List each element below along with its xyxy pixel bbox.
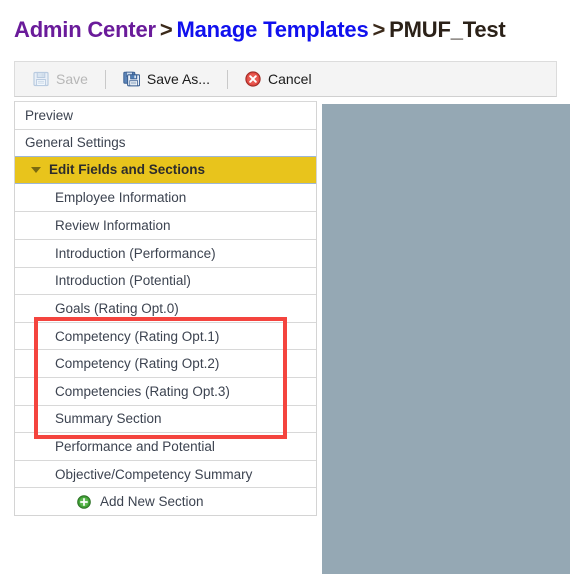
sidebar-item-label: Summary Section [55, 411, 162, 427]
sidebar-item-competency-rating-opt-2[interactable]: Competency (Rating Opt.2) [15, 349, 316, 377]
cancel-button[interactable]: Cancel [241, 69, 316, 89]
sidebar-item-label: Review Information [55, 218, 171, 234]
add-new-section-button[interactable]: Add New Section [15, 487, 316, 515]
sidebar-item-performance-and-potential[interactable]: Performance and Potential [15, 432, 316, 460]
breadcrumb: Admin Center > Manage Templates > PMUF_Test [14, 16, 506, 44]
sidebar-item-introduction-performance[interactable]: Introduction (Performance) [15, 238, 316, 267]
breadcrumb-current-template: PMUF_Test [389, 17, 506, 42]
sidebar-item-label: Performance and Potential [55, 438, 215, 454]
sidebar-item-label: Goals (Rating Opt.0) [55, 300, 179, 316]
redacted-content-panel [322, 104, 570, 574]
action-toolbar: Save Save As... Cancel [14, 61, 557, 97]
sidebar-item-employee-information[interactable]: Employee Information [15, 183, 316, 212]
toolbar-divider-2 [226, 69, 228, 89]
floppy-disk-icon [33, 71, 49, 87]
breadcrumb-admin-center[interactable]: Admin Center [14, 17, 156, 42]
sidebar-item-review-information[interactable]: Review Information [15, 211, 316, 239]
sidebar-item-label: Competency (Rating Opt.2) [55, 356, 220, 372]
breadcrumb-manage-templates[interactable]: Manage Templates [177, 17, 369, 42]
sidebar-item-label: Introduction (Performance) [55, 245, 216, 261]
app-root: Admin Center > Manage Templates > PMUF_Test … [0, 0, 570, 574]
sidebar-item-label: Preview [25, 107, 74, 123]
sidebar-item-label: General Settings [25, 135, 126, 151]
cancel-button-label: Cancel [267, 71, 312, 87]
breadcrumb-separator-1: > [159, 17, 173, 42]
double-floppy-disk-icon [123, 71, 141, 87]
header-divider [0, 53, 570, 61]
sidebar-item-label: Competency (Rating Opt.1) [55, 328, 220, 344]
sidebar-item-introduction-potential[interactable]: Introduction (Potential) [15, 266, 316, 295]
save-as-button-label: Save As... [146, 71, 210, 87]
sidebar-item-competency-rating-opt-1[interactable]: Competency (Rating Opt.1) [15, 321, 316, 350]
sidebar-item-edit-fields-and-sections[interactable]: Edit Fields and Sections [15, 156, 316, 184]
save-button-label: Save [56, 71, 88, 87]
sidebar-item-objective-competency-summary[interactable]: Objective/Competency Summary [15, 459, 316, 488]
add-new-section-label: Add New Section [100, 494, 204, 510]
sidebar-item-label: Objective/Competency Summary [55, 466, 253, 482]
sidebar-item-label: Competencies (Rating Opt.3) [55, 383, 230, 399]
breadcrumb-separator-2: > [372, 17, 386, 42]
sidebar-item-label: Introduction (Potential) [55, 273, 191, 289]
save-as-button[interactable]: Save As... [119, 69, 214, 89]
save-button[interactable]: Save [29, 69, 92, 89]
toolbar-divider-1 [104, 69, 106, 89]
sidebar-item-goals-rating-opt-0[interactable]: Goals (Rating Opt.0) [15, 294, 316, 322]
sidebar-item-summary-section[interactable]: Summary Section [15, 404, 316, 433]
sidebar-item-label: Edit Fields and Sections [49, 162, 206, 178]
sidebar-item-competencies-rating-opt-3[interactable]: Competencies (Rating Opt.3) [15, 376, 316, 405]
green-circle-plus-icon [77, 494, 91, 509]
sidebar-item-general-settings[interactable]: General Settings [15, 128, 316, 157]
chevron-down-icon[interactable] [31, 166, 41, 173]
sidebar-item-preview[interactable]: Preview [15, 101, 316, 129]
template-section-list: Preview General Settings Edit Fields and… [14, 101, 317, 516]
red-circle-x-icon [245, 71, 261, 87]
sidebar-item-label: Employee Information [55, 190, 187, 206]
